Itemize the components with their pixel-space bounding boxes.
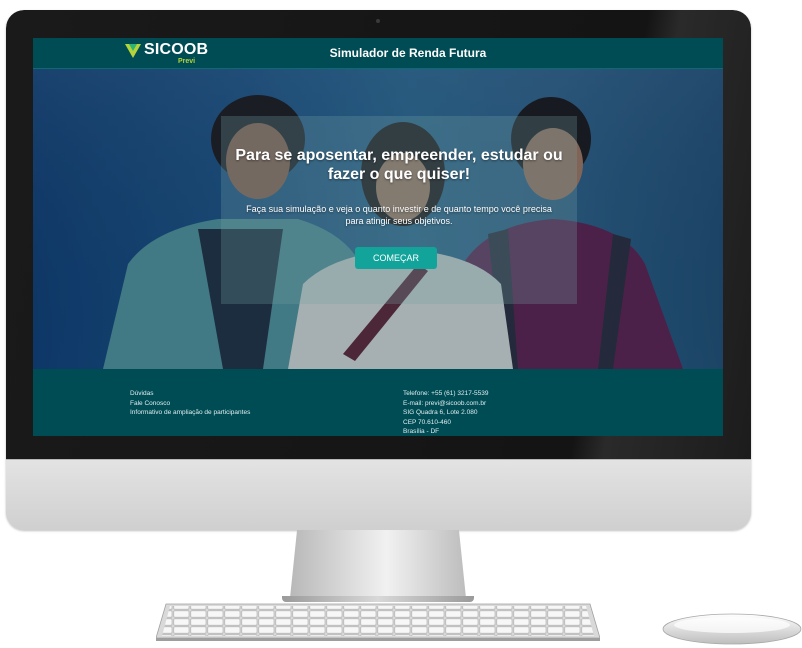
screen: SICOOB Previ Simulador de Renda Futura P… <box>33 38 723 436</box>
keyboard-icon <box>156 603 600 641</box>
monitor-stand <box>290 530 466 598</box>
site-header: SICOOB Previ Simulador de Renda Futura <box>33 38 723 69</box>
contact-address: SIG Quadra 6, Lote 2.080 <box>403 409 478 416</box>
monitor: SICOOB Previ Simulador de Renda Futura P… <box>6 10 751 530</box>
footer-links: Dúvidas Fale Conosco Informativo de ampl… <box>130 389 250 418</box>
footer-link-informativo[interactable]: Informativo de ampliação de participante… <box>130 408 250 418</box>
monitor-chin <box>6 459 751 530</box>
contact-phone: Telefone: +55 (61) 3217-5539 <box>403 390 489 397</box>
contact-cep: CEP 70.610-460 <box>403 418 451 426</box>
mouse-icon <box>662 613 802 645</box>
start-button[interactable]: COMEÇAR <box>355 247 437 269</box>
hero-banner: Para se aposentar, empreender, estudar o… <box>33 69 723 369</box>
contact-city: Brasília - DF <box>403 428 440 435</box>
hero-subtitle: Faça sua simulação e veja o quanto inves… <box>246 204 552 226</box>
site-footer: Dúvidas Fale Conosco Informativo de ampl… <box>33 369 723 436</box>
hero-headline: Para se aposentar, empreender, estudar o… <box>235 147 563 183</box>
camera-dot <box>376 19 380 23</box>
footer-contact: Telefone: +55 (61) 3217-5539 E-mail: pre… <box>403 389 488 436</box>
footer-link-duvidas[interactable]: Dúvidas <box>130 389 250 399</box>
page-title: Simulador de Renda Futura <box>329 46 487 60</box>
footer-link-fale-conosco[interactable]: Fale Conosco <box>130 399 250 409</box>
contact-email: E-mail: previ@sicoob.com.br <box>403 399 487 407</box>
